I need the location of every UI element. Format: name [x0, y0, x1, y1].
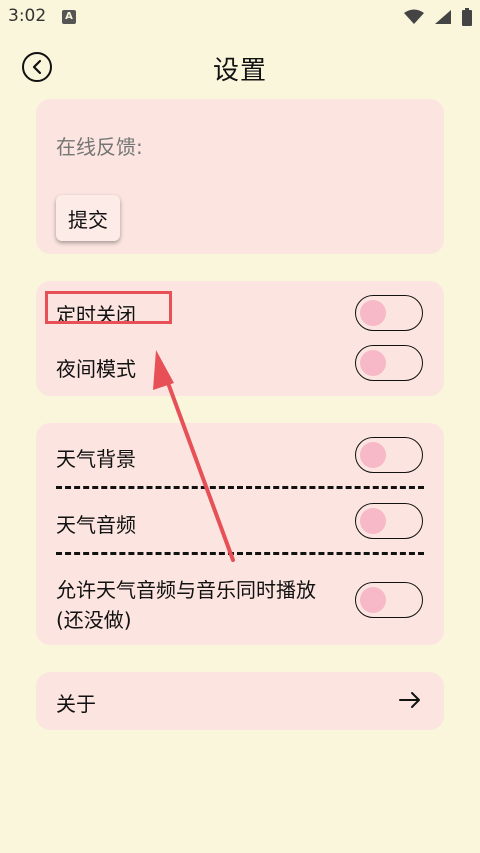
simultaneous-playback-label: 允许天气音频与音乐同时播放 — [56, 578, 316, 602]
night-mode-toggle[interactable] — [355, 345, 423, 381]
weather-audio-label: 天气音频 — [56, 513, 136, 537]
cellular-signal-icon — [435, 10, 451, 24]
toggle-knob — [360, 587, 386, 613]
arrow-right-icon — [399, 692, 420, 708]
status-time: 3:02 — [8, 6, 47, 26]
toggle-knob — [360, 350, 386, 376]
annotation-highlight-box — [45, 291, 172, 324]
weather-audio-toggle[interactable] — [355, 503, 423, 539]
toggle-knob — [360, 442, 386, 468]
feedback-input[interactable] — [56, 117, 426, 177]
timed-close-toggle[interactable] — [355, 295, 423, 331]
night-mode-label: 夜间模式 — [56, 357, 136, 381]
about-row[interactable]: 关于 — [36, 672, 444, 730]
status-bar: 3:02 A — [0, 0, 480, 34]
simultaneous-playback-toggle[interactable] — [355, 582, 423, 618]
battery-icon — [462, 8, 472, 26]
about-label: 关于 — [56, 692, 96, 716]
toggle-knob — [360, 508, 386, 534]
status-icons — [404, 8, 472, 26]
weather-background-label: 天气背景 — [56, 447, 136, 471]
toggle-knob — [360, 300, 386, 326]
divider — [56, 552, 424, 555]
feedback-card: 提交 — [36, 99, 444, 254]
notification-icon: A — [62, 10, 76, 24]
wifi-icon — [404, 9, 424, 24]
page-title: 设置 — [212, 56, 267, 86]
weather-background-toggle[interactable] — [355, 437, 423, 473]
weather-settings-card: 天气背景 天气音频 允许天气音频与音乐同时播放 (还没做) — [36, 423, 444, 645]
simultaneous-playback-note: (还没做) — [56, 608, 132, 632]
submit-button[interactable]: 提交 — [56, 195, 120, 241]
divider — [56, 486, 424, 489]
header: 设置 — [0, 44, 480, 90]
